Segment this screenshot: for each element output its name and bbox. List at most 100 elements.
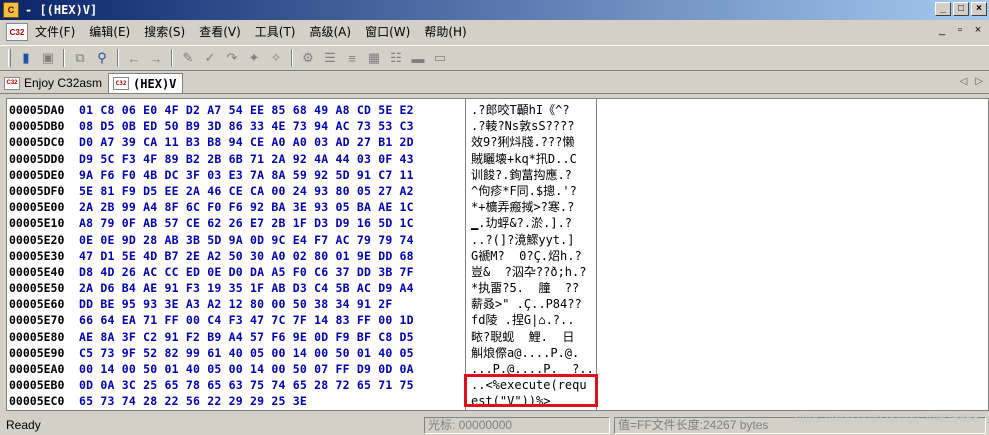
text-row[interactable]: .?輘?Ns敦sS???? <box>467 118 596 134</box>
toolbar-grip[interactable] <box>8 49 11 67</box>
row-bytes[interactable]: 08 D5 0B ED 50 B9 3D 86 33 4E 73 94 AC 7… <box>79 118 414 134</box>
row-bytes[interactable]: 2A D6 B4 AE 91 F3 19 35 1F AB D3 C4 5B A… <box>79 280 414 296</box>
text-row[interactable]: ^佝疹*F同.$摠.'? <box>467 183 596 199</box>
tab-bar: C32 Enjoy C32asm C32 (HEX)V ◁ ▷ <box>0 72 989 94</box>
row-bytes[interactable]: 2A 2B 99 A4 8F 6C F0 F6 92 BA 3E 93 05 B… <box>79 199 414 215</box>
menu-tools[interactable]: 工具(T) <box>248 21 303 43</box>
menu-search[interactable]: 搜索(S) <box>137 21 192 43</box>
row-bytes[interactable]: D8 4D 26 AC CC ED 0E D0 DA A5 F0 C6 37 D… <box>79 264 414 280</box>
text-row[interactable]: *执畱?5. 膧 ?? <box>467 280 596 296</box>
row-bytes[interactable]: 65 73 74 28 22 56 22 29 29 25 3E <box>79 393 307 409</box>
tab-hex-v[interactable]: C32 (HEX)V <box>108 73 184 93</box>
text-row[interactable]: ..?(]?滰鰥yyt.] <box>467 232 596 248</box>
menu-file[interactable]: 文件(F) <box>28 21 82 43</box>
hex-row[interactable]: 00005E60 DD BE 95 93 3E A3 A2 12 80 00 50… <box>7 296 465 312</box>
doc-check-icon[interactable]: ✓ <box>199 48 221 68</box>
row-bytes[interactable]: 0D 0A 3C 25 65 78 65 63 75 74 65 28 72 6… <box>79 377 414 393</box>
hex-row[interactable]: 00005DD0 D9 5C F3 4F 89 B2 2B 6B 71 2A 92… <box>7 151 465 167</box>
hex-row[interactable]: 00005E50 2A D6 B4 AE 91 F3 19 35 1F AB D3… <box>7 280 465 296</box>
row-bytes[interactable]: 00 14 00 50 01 40 05 00 14 00 50 07 FF D… <box>79 361 414 377</box>
hex-row[interactable]: 00005DB0 08 D5 0B ED 50 B9 3D 86 33 4E 73… <box>7 118 465 134</box>
text-row[interactable]: 效9?猁炓牋.???懒 <box>467 134 596 150</box>
tab-scroll-right-icon[interactable]: ▷ <box>975 76 983 87</box>
mdi-restore-button[interactable]: ▫ <box>953 24 967 36</box>
back-arrow-icon[interactable]: ← <box>123 48 145 68</box>
edit-doc-icon[interactable]: ✎ <box>177 48 199 68</box>
row-bytes[interactable]: 5E 81 F9 D5 EE 2A 46 CE CA 00 24 93 80 0… <box>79 183 414 199</box>
wand-alt-icon[interactable]: ✧ <box>265 48 287 68</box>
mdi-close-button[interactable]: × <box>971 24 985 36</box>
row-bytes[interactable]: 47 D1 5E 4D B7 2E A2 50 30 A0 02 80 01 9… <box>79 248 414 264</box>
row-bytes[interactable]: D9 5C F3 4F 89 B2 2B 6B 71 2A 92 4A 44 0… <box>79 151 414 167</box>
hex-row[interactable]: 00005DE0 9A F6 F0 4B DC 3F 03 E3 7A 8A 59… <box>7 167 465 183</box>
text-row[interactable]: 薪叒>" .Ç..P84?? <box>467 296 596 312</box>
text-row[interactable]: G褫M? 0?Ç.炤h.? <box>467 248 596 264</box>
row-bytes[interactable]: 66 64 EA 71 FF 00 C4 F3 47 7C 7F 14 83 F… <box>79 312 414 328</box>
grid-icon[interactable]: ▦ <box>363 48 385 68</box>
text-pane[interactable]: .?郎咬T顳hI《^? .?輘?Ns敦sS???? 效9?猁炓牋.???懒 賊矖壊+k… <box>467 99 597 410</box>
hex-row[interactable]: 00005EB0 0D 0A 3C 25 65 78 65 63 75 74 65… <box>7 377 465 393</box>
row-bytes[interactable]: 0E 0E 9D 28 AB 3B 5D 9A 0D 9C E4 F7 AC 7… <box>79 232 414 248</box>
row-bytes[interactable]: D0 A7 39 CA 11 B3 B8 94 CE A0 A0 03 AD 2… <box>79 134 414 150</box>
text-row[interactable]: 训餕?.銁葍抅應.? <box>467 167 596 183</box>
hex-pane[interactable]: 00005DA0 01 C8 06 E0 4F D2 A7 54 EE 85 68… <box>7 99 466 410</box>
panel-icon[interactable]: ▭ <box>429 48 451 68</box>
menu-view[interactable]: 查看(V) <box>192 21 248 43</box>
menu-help[interactable]: 帮助(H) <box>417 21 473 43</box>
hex-row[interactable]: 00005E90 C5 73 9F 52 82 99 61 40 05 00 14… <box>7 345 465 361</box>
align-icon[interactable]: ☷ <box>385 48 407 68</box>
toolbar-separator <box>291 49 293 67</box>
hex-row[interactable]: 00005EA0 00 14 00 50 01 40 05 00 14 00 50… <box>7 361 465 377</box>
maximize-button[interactable]: □ <box>953 2 969 16</box>
hex-row[interactable]: 00005DC0 D0 A7 39 CA 11 B3 B8 94 CE A0 A0… <box>7 134 465 150</box>
hex-row[interactable]: 00005E40 D8 4D 26 AC CC ED 0E D0 DA A5 F0… <box>7 264 465 280</box>
copy-icon[interactable]: ⧉ <box>69 48 91 68</box>
row-bytes[interactable]: DD BE 95 93 3E A3 A2 12 80 00 50 38 34 9… <box>79 296 392 312</box>
title-bar[interactable]: C - [(HEX)V] _ □ × <box>0 0 989 20</box>
hex-row[interactable]: 00005DF0 5E 81 F9 D5 EE 2A 46 CE CA 00 24… <box>7 183 465 199</box>
menu-advanced[interactable]: 高级(A) <box>303 21 359 43</box>
text-row[interactable]: *+櫎弄瘢掝>?寒.? <box>467 199 596 215</box>
row-bytes[interactable]: C5 73 9F 52 82 99 61 40 05 00 14 00 50 0… <box>79 345 414 361</box>
hex-editor[interactable]: 00005DA0 01 C8 06 E0 4F D2 A7 54 EE 85 68… <box>6 98 989 411</box>
text-row[interactable]: 賊矖壊+kq*扟D..C <box>467 151 596 167</box>
text-row[interactable]: ▁.玏蜉&?.淤.].? <box>467 215 596 231</box>
hex-row[interactable]: 00005E80 AE 8A 3F C2 91 F2 B9 A4 57 F6 9E… <box>7 329 465 345</box>
hex-row[interactable]: 00005E20 0E 0E 9D 28 AB 3B 5D 9A 0D 9C E4… <box>7 232 465 248</box>
row-bytes[interactable]: 01 C8 06 E0 4F D2 A7 54 EE 85 68 49 A8 C… <box>79 102 414 118</box>
hex-row[interactable]: 00005E70 66 64 EA 71 FF 00 C4 F3 47 7C 7F… <box>7 312 465 328</box>
hex-row[interactable]: 00005E10 A8 79 0F AB 57 CE 62 26 E7 2B 1F… <box>7 215 465 231</box>
menu-edit[interactable]: 编辑(E) <box>82 21 137 43</box>
save-icon[interactable]: ▣ <box>37 48 59 68</box>
wand-icon[interactable]: ✦ <box>243 48 265 68</box>
mdi-minimize-button[interactable]: _ <box>935 24 949 36</box>
find-icon[interactable]: ⚲ <box>91 48 113 68</box>
document-icon[interactable]: C32 <box>6 23 28 41</box>
toolbar-separator <box>63 49 65 67</box>
forward-arrow-icon[interactable]: → <box>145 48 167 68</box>
minimize-button[interactable]: _ <box>935 2 951 16</box>
doc-arrow-icon[interactable]: ↷ <box>221 48 243 68</box>
text-row[interactable]: .?郎咬T顳hI《^? <box>467 102 596 118</box>
tab-enjoy-c32asm[interactable]: C32 Enjoy C32asm <box>0 73 108 93</box>
block-icon[interactable]: ▬ <box>407 48 429 68</box>
hex-row[interactable]: 00005EC0 65 73 74 28 22 56 22 29 29 25 3E <box>7 393 465 409</box>
tab-scroll-left-icon[interactable]: ◁ <box>960 76 968 87</box>
row-bytes[interactable]: A8 79 0F AB 57 CE 62 26 E7 2B 1F D3 D9 1… <box>79 215 414 231</box>
row-bytes[interactable]: 9A F6 F0 4B DC 3F 03 E3 7A 8A 59 92 5D 9… <box>79 167 414 183</box>
gear-icon[interactable]: ⚙ <box>297 48 319 68</box>
text-row[interactable]: fd陵 .捏G|⌂.?.. <box>467 312 596 328</box>
list-icon[interactable]: ☰ <box>319 48 341 68</box>
hex-row[interactable]: 00005E00 2A 2B 99 A4 8F 6C F0 F6 92 BA 3E… <box>7 199 465 215</box>
menu-window[interactable]: 窗口(W) <box>358 21 417 43</box>
close-button[interactable]: × <box>971 2 987 16</box>
text-row[interactable]: 畩?聣蚬 鯉. 日 <box>467 329 596 345</box>
columns-icon[interactable]: ≡ <box>341 48 363 68</box>
app-icon[interactable]: C <box>3 2 19 18</box>
text-row[interactable]: 觓烺傺a@....P.@. <box>467 345 596 361</box>
text-row[interactable]: 豈& ?泅卆??ð;h.? <box>467 264 596 280</box>
hex-row[interactable]: 00005E30 47 D1 5E 4D B7 2E A2 50 30 A0 02… <box>7 248 465 264</box>
hex-row[interactable]: 00005DA0 01 C8 06 E0 4F D2 A7 54 EE 85 68… <box>7 102 465 118</box>
row-bytes[interactable]: AE 8A 3F C2 91 F2 B9 A4 57 F6 9E 0D F9 B… <box>79 329 414 345</box>
open-folder-icon[interactable]: ▮ <box>15 48 37 68</box>
